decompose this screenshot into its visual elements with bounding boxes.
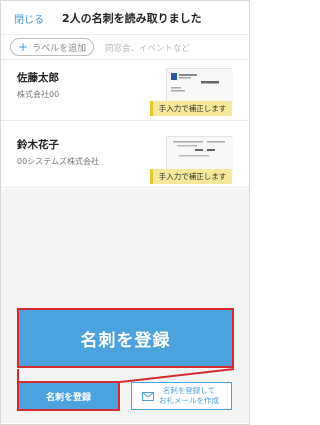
plus-icon: + [18, 40, 29, 54]
add-label-button[interactable]: + ラベルを追加 [10, 38, 94, 56]
label-bar: + ラベルを追加 同窓会、イベントなど [1, 35, 249, 60]
register-and-email-label: 名刺を登録して お礼メールを作成 [159, 386, 219, 405]
add-label-text: ラベルを追加 [32, 43, 87, 54]
manual-correction-tag: 手入力で補正します [150, 169, 232, 184]
label-hint: 同窓会、イベントなど [105, 44, 191, 54]
close-button[interactable]: 閉じる [14, 11, 44, 26]
page-title: 2人の名刺を読み取りました [62, 12, 202, 25]
card-company: 株式会社00 [17, 90, 60, 99]
card-list-item[interactable]: 佐藤太郎 株式会社00 手入力で補正します [1, 60, 249, 121]
card-person-name: 鈴木花子 [17, 139, 59, 151]
app-window: 閉じる 2人の名刺を読み取りました + ラベルを追加 同窓会、イベントなど 佐藤… [0, 0, 250, 425]
card-list-item[interactable]: 鈴木花子 00システムズ株式会社 手入力で補正します [1, 127, 249, 188]
card-person-name: 佐藤太郎 [17, 72, 59, 84]
header: 閉じる 2人の名刺を読み取りました [1, 1, 249, 35]
card-company: 00システムズ株式会社 [17, 157, 99, 166]
zoomed-register-button[interactable]: 名刺を登録 [17, 308, 234, 368]
register-and-email-button[interactable]: 名刺を登録して お礼メールを作成 [131, 382, 232, 410]
mail-icon [142, 391, 154, 401]
register-button[interactable]: 名刺を登録 [18, 382, 119, 410]
manual-correction-tag: 手入力で補正します [150, 101, 232, 116]
